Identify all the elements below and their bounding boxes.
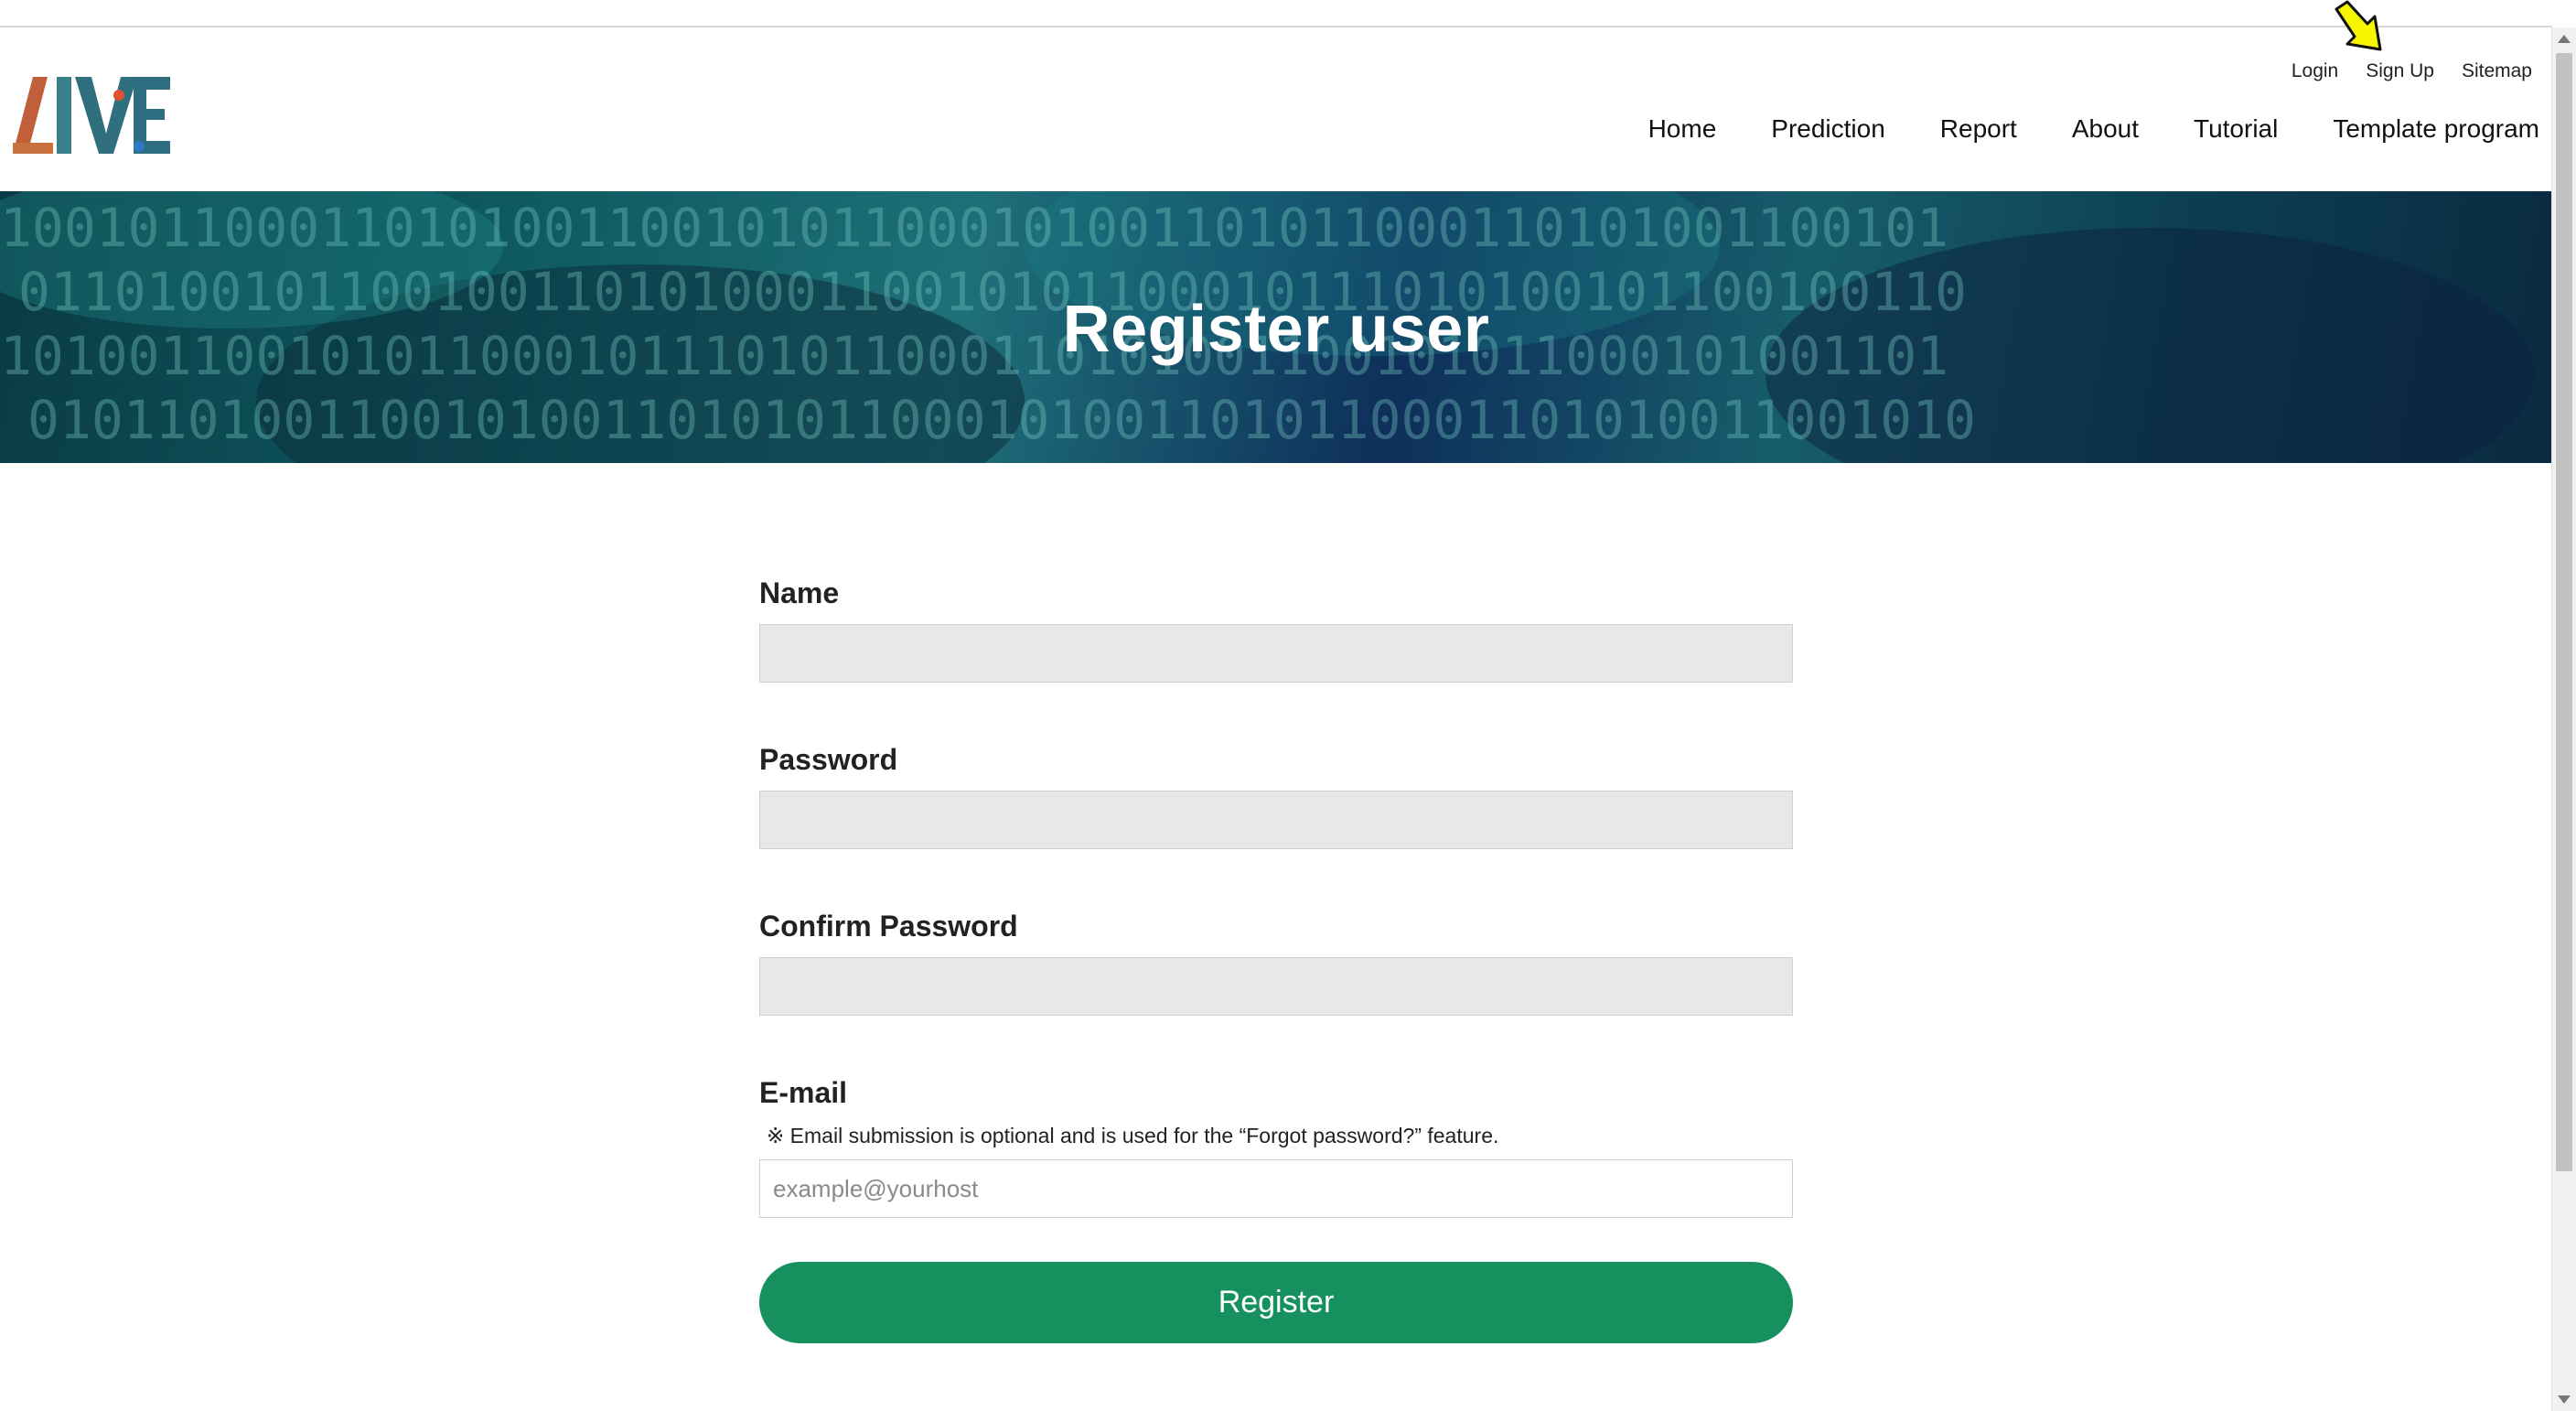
nav-report[interactable]: Report (1940, 114, 2017, 144)
email-note: ※ Email submission is optional and is us… (767, 1124, 1499, 1147)
confirm-password-input[interactable] (759, 957, 1793, 1016)
name-label: Name (759, 576, 840, 609)
main-nav: Home Prediction Report About Tutorial Te… (1648, 114, 2539, 144)
sitemap-link[interactable]: Sitemap (2462, 60, 2532, 82)
page-title: Register user (1062, 293, 1490, 366)
svg-text:100101100011010100110010101100: 1001011000110101001100101011000101001101… (0, 197, 1948, 259)
svg-text:010110100110010100110101011000: 0101101001100101001101010110001010011010… (27, 389, 1976, 451)
aive-logo[interactable] (11, 70, 172, 161)
email-input[interactable] (759, 1159, 1793, 1218)
register-button[interactable]: Register (759, 1262, 1793, 1343)
name-input[interactable] (759, 624, 1793, 683)
nav-home[interactable]: Home (1648, 114, 1717, 144)
browser-top-edge (0, 0, 2552, 27)
confirm-password-label: Confirm Password (759, 910, 1018, 942)
password-label: Password (759, 743, 898, 776)
vertical-scrollbar[interactable] (2551, 27, 2576, 1411)
signup-link[interactable]: Sign Up (2366, 60, 2434, 82)
arrow-cursor-icon (2334, 0, 2382, 51)
utility-nav: Login Sign Up Sitemap (2292, 60, 2532, 82)
scroll-down-icon[interactable] (2558, 1395, 2571, 1404)
nav-prediction[interactable]: Prediction (1771, 114, 1885, 144)
scrollbar-thumb[interactable] (2556, 53, 2572, 1171)
nav-tutorial[interactable]: Tutorial (2194, 114, 2278, 144)
email-label: E-mail (759, 1076, 848, 1109)
password-input[interactable] (759, 791, 1793, 849)
site-header: Login Sign Up Sitemap Home Prediction Re… (0, 27, 2552, 190)
nav-template-program[interactable]: Template program (2333, 114, 2539, 144)
scroll-up-icon[interactable] (2558, 35, 2571, 43)
page-banner: 1001011000110101001100101011000101001101… (0, 191, 2552, 463)
register-form: Name Password Confirm Password E-mail ※ … (759, 576, 1793, 1278)
login-link[interactable]: Login (2292, 60, 2338, 82)
nav-about[interactable]: About (2072, 114, 2139, 144)
